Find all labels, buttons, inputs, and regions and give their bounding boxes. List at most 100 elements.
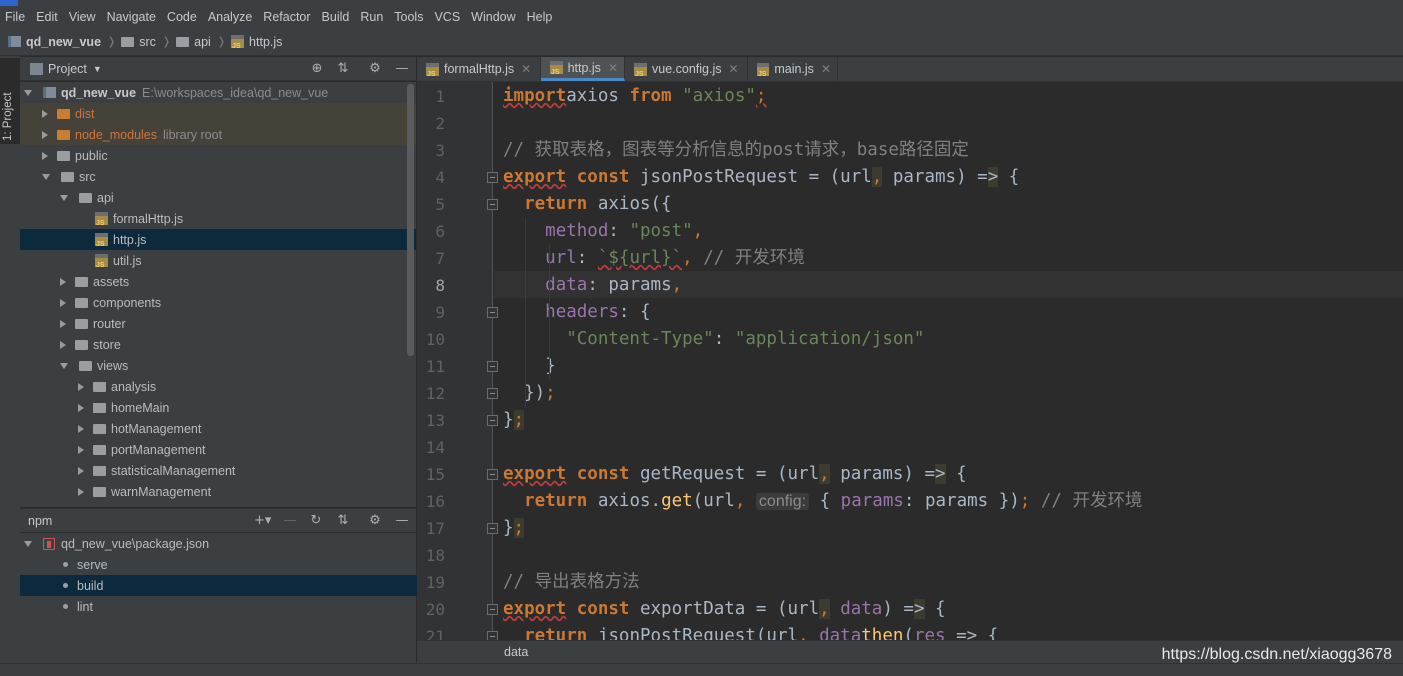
tab-main-js[interactable]: main.js ✕ xyxy=(748,57,838,81)
menu-item-refactor[interactable]: Refactor xyxy=(258,10,316,24)
code-line[interactable]: }; xyxy=(503,407,525,434)
code-line[interactable]: data: params, xyxy=(503,272,682,299)
code-line[interactable]: return axios({ xyxy=(503,191,672,218)
tree-item-api[interactable]: api xyxy=(20,187,416,208)
close-icon[interactable]: ✕ xyxy=(728,62,738,76)
tab-http-js[interactable]: http.js ✕ xyxy=(541,57,625,81)
chevron-down-icon[interactable] xyxy=(60,194,68,201)
menu-item-code[interactable]: Code xyxy=(162,10,203,24)
gear-icon[interactable]: ⚙ xyxy=(367,61,383,77)
fold-marker-icon[interactable] xyxy=(487,388,498,399)
project-tool-tab[interactable]: 1: Project xyxy=(0,58,20,144)
chevron-right-icon[interactable] xyxy=(60,277,66,286)
collapse-all-icon[interactable]: ⇅ xyxy=(335,513,351,529)
code-line[interactable]: "Content-Type": "application/json" xyxy=(503,326,924,353)
tree-item-statisticalmanagement[interactable]: statisticalManagement xyxy=(20,460,416,481)
menu-item-view[interactable]: View xyxy=(64,10,102,24)
tree-item-dist[interactable]: dist xyxy=(20,103,416,124)
code-line[interactable]: // 导出表格方法 xyxy=(503,569,640,596)
chevron-right-icon[interactable] xyxy=(60,319,66,328)
remove-icon[interactable]: — xyxy=(282,513,298,529)
fold-marker-icon[interactable] xyxy=(487,523,498,534)
fold-marker-icon[interactable] xyxy=(487,199,498,210)
fold-marker-icon[interactable] xyxy=(487,469,498,480)
tab-formalhttp-js[interactable]: formalHttp.js ✕ xyxy=(417,57,541,81)
close-icon[interactable]: ✕ xyxy=(608,61,618,75)
tab-vue-config-js[interactable]: vue.config.js ✕ xyxy=(625,57,748,81)
menu-item-file[interactable]: File xyxy=(0,10,31,24)
fold-marker-icon[interactable] xyxy=(487,307,498,318)
project-tree-scrollbar[interactable] xyxy=(407,84,414,356)
tree-item-analysis[interactable]: analysis xyxy=(20,376,416,397)
npm-package-node[interactable]: qd_new_vue\package.json xyxy=(20,533,412,554)
breadcrumb-item[interactable]: api xyxy=(176,35,211,49)
fold-marker-icon[interactable] xyxy=(487,172,498,183)
menu-item-navigate[interactable]: Navigate xyxy=(102,10,162,24)
tree-item-hotmanagement[interactable]: hotManagement xyxy=(20,418,416,439)
editor-breadcrumb[interactable]: data xyxy=(504,645,528,659)
chevron-down-icon[interactable] xyxy=(24,89,32,96)
code-editor[interactable]: 1 2 3 4 5 6 7 8 9 10 11 12 13 14 15 16 17 18 19 20 21 import… xyxy=(417,82,1403,640)
npm-script-lint[interactable]: lint xyxy=(20,596,459,617)
chevron-right-icon[interactable] xyxy=(42,109,48,118)
tree-item-node-modules[interactable]: node_modules library root xyxy=(20,124,416,145)
chevron-right-icon[interactable] xyxy=(78,466,84,475)
chevron-right-icon[interactable] xyxy=(42,151,48,160)
breadcrumb-item[interactable]: src xyxy=(121,35,156,49)
menu-item-run[interactable]: Run xyxy=(355,10,389,24)
code-line[interactable]: export const jsonPostRequest = (url, par… xyxy=(503,164,1019,191)
project-view-selector[interactable]: Project ▼ xyxy=(30,62,102,76)
code-line[interactable]: return jsonPostRequest(url, datathen(res… xyxy=(503,623,998,640)
chevron-right-icon[interactable] xyxy=(42,130,48,139)
chevron-down-icon[interactable] xyxy=(60,362,68,369)
fold-marker-icon[interactable] xyxy=(487,361,498,372)
chevron-down-icon[interactable] xyxy=(24,540,32,547)
locate-icon[interactable]: ⊕ xyxy=(309,61,325,77)
tree-item-warnmanagement[interactable]: warnManagement xyxy=(20,481,416,502)
tree-item-views[interactable]: views xyxy=(20,355,416,376)
tree-item-util-js[interactable]: util.js xyxy=(20,250,416,271)
fold-marker-icon[interactable] xyxy=(487,631,498,640)
chevron-right-icon[interactable] xyxy=(78,424,84,433)
npm-script-build[interactable]: build xyxy=(20,575,459,596)
menu-item-analyze[interactable]: Analyze xyxy=(203,10,258,24)
code-line[interactable]: return axios.get(url, config: { params: … xyxy=(503,488,1142,515)
code-line[interactable]: } xyxy=(503,353,556,380)
minimize-icon[interactable]: — xyxy=(394,61,410,77)
code-line[interactable]: importaxios from "axios"; xyxy=(503,83,766,110)
menu-item-tools[interactable]: Tools xyxy=(389,10,429,24)
tree-item-public[interactable]: public xyxy=(20,145,416,166)
tree-item-homemain[interactable]: homeMain xyxy=(20,397,416,418)
minimize-icon[interactable]: — xyxy=(394,513,410,529)
chevron-right-icon[interactable] xyxy=(78,487,84,496)
fold-marker-icon[interactable] xyxy=(487,604,498,615)
tree-item-src[interactable]: src xyxy=(20,166,416,187)
collapse-all-icon[interactable]: ⇅ xyxy=(335,61,351,77)
code-line[interactable]: }); xyxy=(503,380,556,407)
menu-item-edit[interactable]: Edit xyxy=(31,10,64,24)
chevron-right-icon[interactable] xyxy=(78,403,84,412)
tree-item-assets[interactable]: assets xyxy=(20,271,416,292)
tree-item-router[interactable]: router xyxy=(20,313,416,334)
refresh-icon[interactable]: ↻ xyxy=(308,513,324,529)
close-icon[interactable]: ✕ xyxy=(821,62,831,76)
tree-item-formalhttp-js[interactable]: formalHttp.js xyxy=(20,208,416,229)
gear-icon[interactable]: ⚙ xyxy=(367,513,383,529)
tree-item-http-js[interactable]: http.js xyxy=(20,229,416,250)
chevron-right-icon[interactable] xyxy=(60,340,66,349)
tree-item-store[interactable]: store xyxy=(20,334,416,355)
code-line[interactable]: // 获取表格，图表等分析信息的post请求，base路径固定 xyxy=(503,137,969,164)
tree-item-portmanagement[interactable]: portManagement xyxy=(20,439,416,460)
chevron-right-icon[interactable] xyxy=(78,445,84,454)
tree-item-components[interactable]: components xyxy=(20,292,416,313)
menu-item-build[interactable]: Build xyxy=(317,10,356,24)
npm-script-serve[interactable]: serve xyxy=(20,554,459,575)
code-line[interactable]: export const getRequest = (url, params) … xyxy=(503,461,967,488)
chevron-right-icon[interactable] xyxy=(60,298,66,307)
breadcrumb-item[interactable]: qd_new_vue xyxy=(8,35,101,49)
menu-item-vcs[interactable]: VCS xyxy=(429,10,466,24)
fold-marker-icon[interactable] xyxy=(487,415,498,426)
code-line[interactable]: export const exportData = (url, data) =>… xyxy=(503,596,946,623)
tree-item-qd-new-vue[interactable]: qd_new_vue E:\workspaces_idea\qd_new_vue xyxy=(20,82,412,103)
menu-item-window[interactable]: Window xyxy=(466,10,521,24)
